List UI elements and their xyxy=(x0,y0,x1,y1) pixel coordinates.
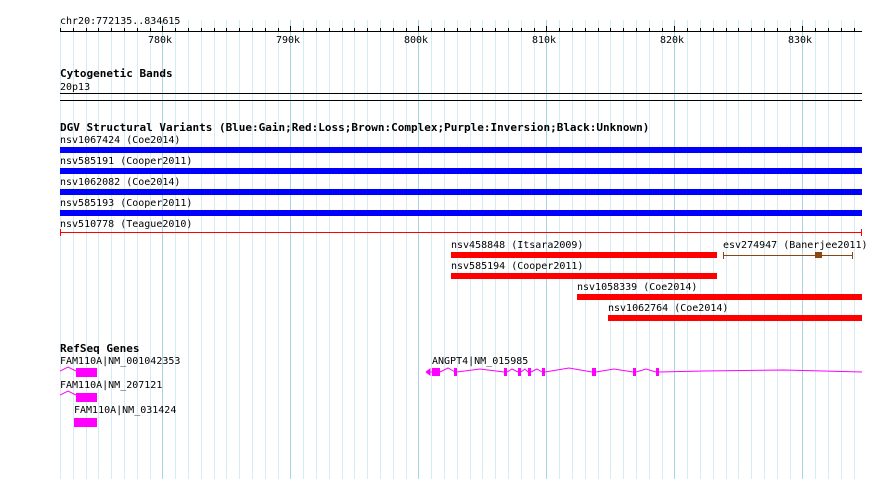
dgv-loss-line[interactable] xyxy=(60,232,862,233)
dgv-gain-bar[interactable] xyxy=(60,147,862,153)
dgv-track-title: DGV Structural Variants (Blue:Gain;Red:L… xyxy=(60,121,650,134)
dgv-loss-bar[interactable] xyxy=(451,252,717,258)
dgv-variant-label[interactable]: nsv1067424 (Coe2014) xyxy=(60,135,180,146)
ruler-tick-810k: 810k xyxy=(531,35,557,46)
dgv-variant-label[interactable]: nsv585193 (Cooper2011) xyxy=(60,198,192,209)
dgv-loss-bar[interactable] xyxy=(451,273,717,279)
dgv-loss-line-start-cap xyxy=(60,229,61,236)
gene-exon[interactable] xyxy=(74,418,97,427)
ruler-tick-800k: 800k xyxy=(403,35,429,46)
dgv-complex-end-cap xyxy=(852,252,853,259)
dgv-complex-start-cap xyxy=(723,252,724,259)
dgv-gain-bar[interactable] xyxy=(60,189,862,195)
dgv-gain-bar[interactable] xyxy=(60,168,862,174)
refseq-track-title: RefSeq Genes xyxy=(60,342,140,355)
cytoband-bottom-border xyxy=(60,100,862,101)
gene-label[interactable]: FAM110A|NM_031424 xyxy=(74,405,176,416)
dgv-gain-bar[interactable] xyxy=(60,210,862,216)
dgv-variant-label[interactable]: nsv585191 (Cooper2011) xyxy=(60,156,192,167)
dgv-loss-line-end-cap xyxy=(861,229,862,236)
gene-angpt4-model[interactable] xyxy=(424,364,864,380)
cytoband-label: 20p13 xyxy=(60,82,91,93)
location-label: chr20:772135..834615 xyxy=(60,16,181,27)
dgv-variant-label[interactable]: nsv1062764 (Coe2014) xyxy=(608,303,728,314)
ruler-axis xyxy=(60,31,862,32)
dgv-variant-label[interactable]: nsv1058339 (Coe2014) xyxy=(577,282,697,293)
cytobands-track-title: Cytogenetic Bands xyxy=(60,67,173,80)
dgv-loss-bar[interactable] xyxy=(577,294,862,300)
gene-exon[interactable] xyxy=(76,368,97,377)
dgv-variant-label[interactable]: nsv585194 (Cooper2011) xyxy=(451,261,583,272)
dgv-variant-label[interactable]: nsv1062082 (Coe2014) xyxy=(60,177,180,188)
dgv-variant-label[interactable]: nsv510778 (Teague2010) xyxy=(60,219,192,230)
ruler-tick-830k: 830k xyxy=(787,35,813,46)
dgv-complex-block xyxy=(815,252,822,258)
dgv-complex-line[interactable] xyxy=(723,255,853,256)
dgv-loss-bar[interactable] xyxy=(608,315,862,321)
ruler-tick-780k: 780k xyxy=(147,35,173,46)
gene-exon[interactable] xyxy=(76,393,97,402)
ruler-tick-790k: 790k xyxy=(275,35,301,46)
dgv-variant-label[interactable]: esv274947 (Banerjee2011) xyxy=(723,240,868,251)
ruler-tick-820k: 820k xyxy=(659,35,685,46)
dgv-variant-label[interactable]: nsv458848 (Itsara2009) xyxy=(451,240,583,251)
cytoband-top-border xyxy=(60,93,862,94)
